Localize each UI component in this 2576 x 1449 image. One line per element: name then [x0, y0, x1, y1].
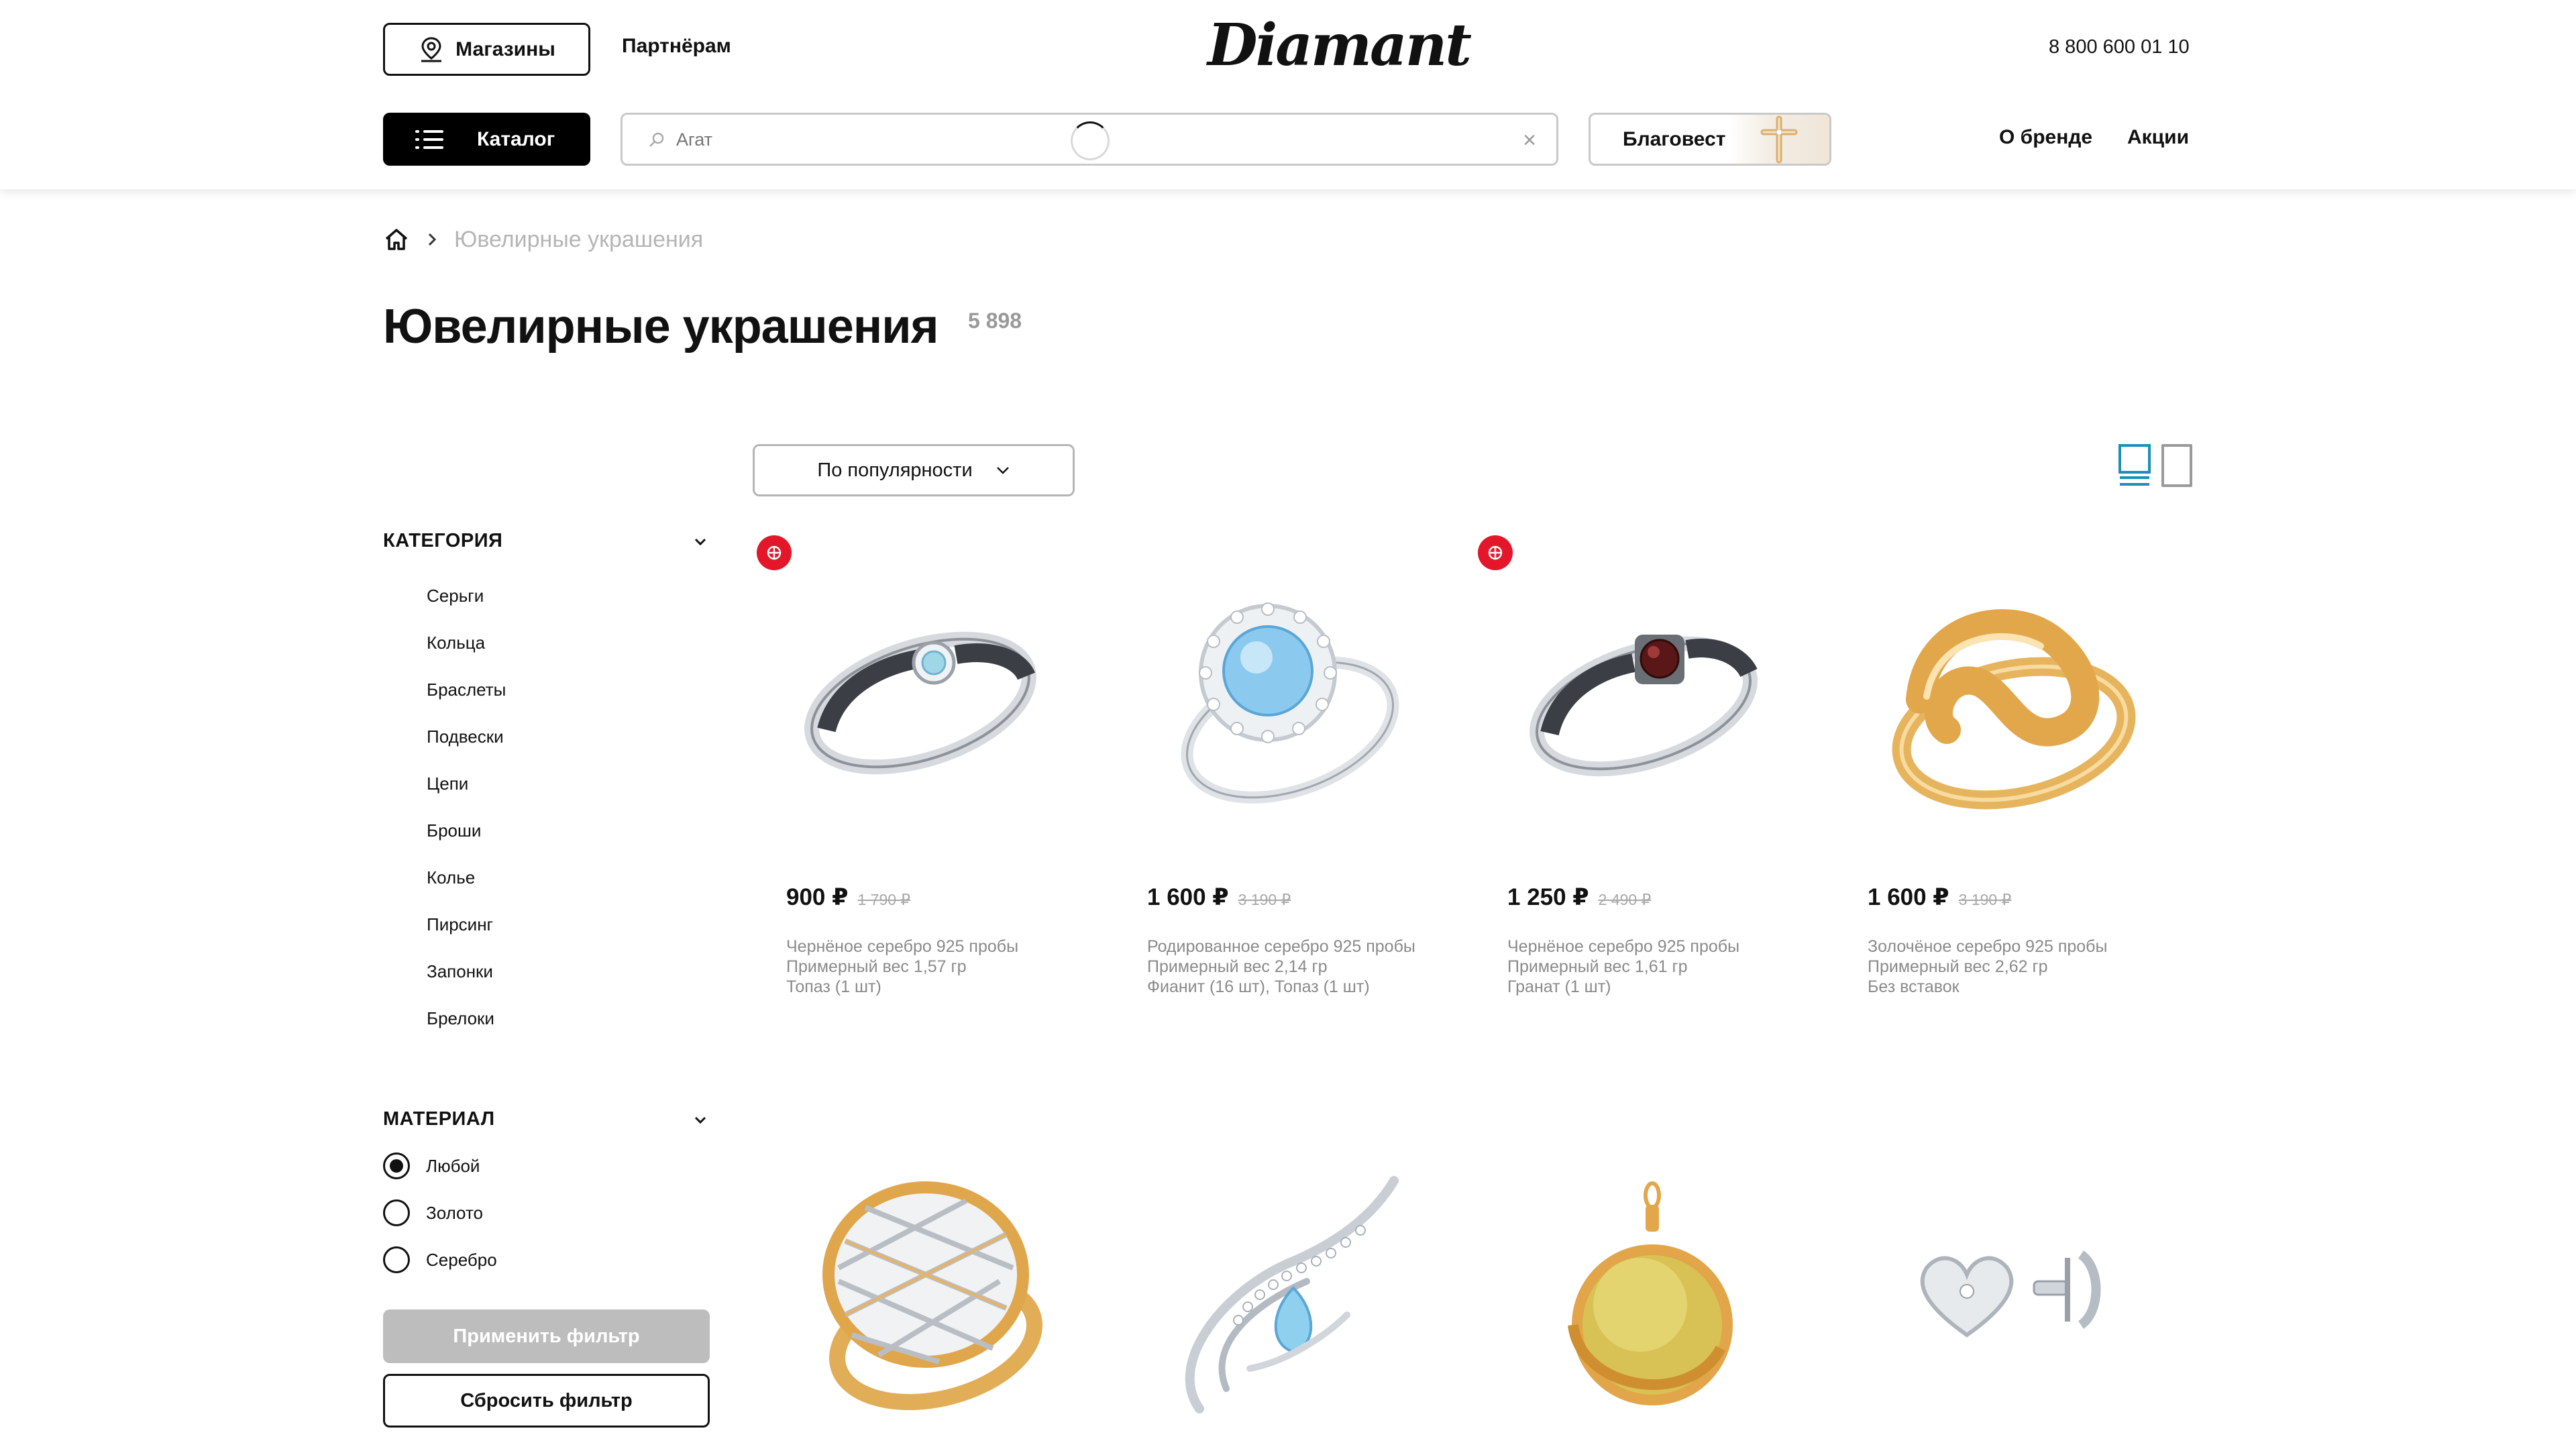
product-count: 5 898	[968, 309, 1022, 333]
material-option-label: Любой	[426, 1155, 480, 1176]
breadcrumb-current: Ювелирные украшения	[454, 226, 704, 252]
chevron-down-icon[interactable]	[694, 535, 707, 549]
radio-unselected[interactable]	[383, 1246, 410, 1273]
category-item[interactable]: Цепи	[427, 770, 506, 817]
old-price: 3 190 ₽	[1238, 891, 1291, 908]
material-line: Чернёное серебро 925 пробы	[786, 937, 1019, 956]
price-row: 900 ₽ 1 790 ₽	[786, 884, 910, 911]
sort-label: По популярности	[817, 459, 973, 481]
price: 1 600 ₽	[1147, 884, 1229, 910]
radio-selected[interactable]	[383, 1152, 410, 1179]
product-image[interactable]	[1486, 562, 1794, 830]
price-row: 1 250 ₽ 2 490 ₽	[1507, 884, 1651, 911]
chevron-down-icon	[996, 467, 1009, 474]
chevron-down-icon[interactable]	[694, 1114, 707, 1127]
price-row: 1 600 ₽ 3 190 ₽	[1868, 884, 2011, 911]
product-image[interactable]	[1126, 562, 1434, 830]
clear-search-icon[interactable]: ×	[1523, 127, 1536, 154]
nav-sales[interactable]: Акции	[2127, 126, 2189, 149]
category-item[interactable]: Броши	[427, 817, 506, 864]
stones-line: Гранат (1 шт)	[1507, 977, 1611, 996]
old-price: 2 490 ₽	[1598, 891, 1652, 908]
stones-line: Топаз (1 шт)	[786, 977, 881, 996]
nav-about-brand[interactable]: О бренде	[1999, 126, 2092, 149]
material-option-label: Золото	[426, 1202, 484, 1223]
stores-label: Магазины	[455, 38, 555, 60]
product-image[interactable]	[1486, 1167, 1794, 1436]
stores-button[interactable]: Магазины	[383, 23, 590, 76]
product-image[interactable]	[1126, 1167, 1434, 1436]
site-header: Магазины Партнёрам Diamant 8 800 600 01 …	[0, 0, 2576, 189]
breadcrumb: Ювелирные украшения	[383, 224, 703, 255]
material-option-gold[interactable]: Золото	[383, 1199, 483, 1226]
product-image[interactable]	[765, 1167, 1073, 1436]
home-icon[interactable]	[383, 226, 410, 253]
material-filter-title[interactable]: МАТЕРИАЛ	[383, 1108, 495, 1130]
category-item[interactable]: Кольца	[427, 629, 506, 676]
product-description: Золочёное серебро 925 пробы Примерный ве…	[1868, 936, 2107, 997]
category-item[interactable]: Колье	[427, 864, 506, 911]
weight-line: Примерный вес 2,62 гр	[1868, 957, 2048, 976]
phone-number[interactable]: 8 800 600 01 10	[2049, 36, 2190, 58]
price: 900 ₽	[786, 884, 849, 910]
category-filter-title[interactable]: КАТЕГОРИЯ	[383, 530, 502, 552]
old-price: 3 190 ₽	[1958, 891, 2012, 908]
product-image[interactable]	[765, 562, 1073, 830]
stones-line: Без вставок	[1868, 977, 1960, 996]
sort-dropdown[interactable]: По популярности	[753, 444, 1075, 496]
product-description: Родированное серебро 925 пробы Примерный…	[1147, 936, 1415, 997]
blagovest-label: Благовест	[1623, 128, 1726, 150]
weight-line: Примерный вес 2,14 гр	[1147, 957, 1328, 976]
material-option-silver[interactable]: Серебро	[383, 1246, 497, 1273]
view-large-icon[interactable]	[2118, 444, 2151, 487]
chevron-right-icon	[428, 233, 437, 246]
radio-unselected[interactable]	[383, 1199, 410, 1226]
view-grid-icon[interactable]	[2161, 444, 2192, 487]
product-image[interactable]	[1846, 1167, 2155, 1436]
category-list: Серьги Кольца Браслеты Подвески Цепи Бро…	[427, 582, 506, 1052]
material-option-any[interactable]: Любой	[383, 1152, 480, 1179]
category-item[interactable]: Браслеты	[427, 676, 506, 723]
price-row: 1 600 ₽ 3 190 ₽	[1147, 884, 1291, 911]
stones-line: Фианит (16 шт), Топаз (1 шт)	[1147, 977, 1370, 996]
page-title: Ювелирные украшения	[383, 300, 939, 354]
product-description: Чернёное серебро 925 пробы Примерный вес…	[1507, 936, 1739, 997]
partners-link[interactable]: Партнёрам	[622, 35, 731, 58]
category-item[interactable]: Подвески	[427, 723, 506, 770]
apply-filter-button[interactable]: Применить фильтр	[383, 1309, 710, 1363]
material-line: Чернёное серебро 925 пробы	[1507, 937, 1740, 956]
product-image[interactable]	[1846, 562, 2155, 830]
catalog-button[interactable]: Каталог	[383, 113, 590, 166]
catalog-label: Каталог	[477, 127, 555, 150]
brand-logo[interactable]: Diamant	[1208, 12, 1472, 79]
price: 1 250 ₽	[1507, 884, 1589, 910]
category-item[interactable]: Серьги	[427, 582, 506, 629]
material-line: Родированное серебро 925 пробы	[1147, 937, 1415, 956]
search-icon	[649, 132, 664, 147]
material-option-label: Серебро	[426, 1249, 497, 1270]
menu-icon	[415, 126, 443, 153]
search-box[interactable]: ×	[621, 113, 1558, 166]
category-item[interactable]: Запонки	[427, 958, 506, 1005]
material-line: Золочёное серебро 925 пробы	[1868, 937, 2108, 956]
map-pin-icon	[421, 36, 442, 62]
old-price: 1 790 ₽	[857, 891, 911, 908]
logo-text: Diamant	[1208, 11, 1472, 79]
reset-filter-button[interactable]: Сбросить фильтр	[383, 1374, 710, 1428]
category-item[interactable]: Пирсинг	[427, 911, 506, 958]
cross-pendant-image	[1729, 115, 1829, 164]
price: 1 600 ₽	[1868, 884, 1949, 910]
weight-line: Примерный вес 1,61 гр	[1507, 957, 1688, 976]
category-item[interactable]: Брелоки	[427, 1005, 506, 1052]
blagovest-banner-button[interactable]: Благовест	[1589, 113, 1831, 166]
loading-spinner-icon	[1071, 121, 1110, 160]
product-description: Чернёное серебро 925 пробы Примерный вес…	[786, 936, 1018, 997]
weight-line: Примерный вес 1,57 гр	[786, 957, 967, 976]
